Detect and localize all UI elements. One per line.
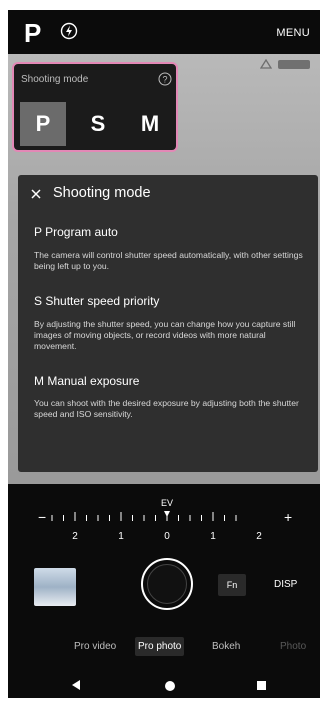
ev-tick-label: 2: [256, 531, 262, 542]
ev-indicator: [164, 511, 170, 517]
section-heading-manual: M Manual exposure: [34, 374, 140, 388]
svg-text:?: ?: [162, 75, 167, 85]
status-icons: [260, 59, 310, 69]
mode-p-button[interactable]: P: [20, 102, 66, 146]
flash-icon[interactable]: [60, 22, 78, 40]
current-mode-indicator[interactable]: P: [24, 18, 41, 49]
mode-m-button[interactable]: M: [127, 102, 173, 146]
ev-tick-label: 1: [210, 531, 216, 542]
mode-s-button[interactable]: S: [75, 102, 121, 146]
ev-label: EV: [161, 498, 173, 508]
phone-screen: P MENU Shooting mode ? P S M Shooting mo…: [8, 10, 320, 698]
top-bar: P MENU: [8, 10, 320, 54]
shooting-mode-title: Shooting mode: [21, 74, 89, 85]
ev-slider[interactable]: − + EV 2 1 0 1 2: [8, 484, 320, 548]
ev-tick-label: 1: [118, 531, 124, 542]
fn-button[interactable]: Fn: [218, 574, 246, 596]
section-body-shutter: By adjusting the shutter speed, you can …: [34, 319, 296, 351]
shooting-mode-panel: Shooting mode ? P S M: [12, 62, 178, 152]
ev-minus[interactable]: −: [38, 509, 46, 525]
last-photo-thumbnail[interactable]: [34, 568, 76, 606]
menu-button[interactable]: MENU: [276, 27, 310, 39]
section-heading-shutter: S Shutter speed priority: [34, 294, 160, 308]
home-icon[interactable]: [165, 681, 175, 691]
close-icon[interactable]: [30, 188, 42, 200]
shutter-button-inner: [147, 564, 187, 604]
recents-icon[interactable]: [257, 681, 266, 690]
disp-button[interactable]: DISP: [274, 579, 297, 590]
ev-scale: − + EV 2 1 0 1 2: [38, 498, 292, 542]
help-title: Shooting mode: [53, 185, 151, 201]
tab-pro-photo[interactable]: Pro photo: [135, 637, 185, 656]
ev-tick-label: 2: [72, 531, 78, 542]
battery-icon: [278, 59, 310, 69]
tab-photo[interactable]: Photo: [280, 641, 306, 652]
section-body-program: The camera will control shutter speed au…: [34, 250, 303, 271]
ev-tick-label: 0: [164, 531, 170, 542]
section-heading-program: P Program auto: [34, 225, 118, 239]
mode-tabs: Pro video Pro photo Bokeh Photo: [8, 637, 320, 662]
shooting-controls: Fn DISP: [8, 548, 320, 628]
android-nav-bar: [8, 674, 320, 698]
shutter-button[interactable]: [141, 558, 193, 610]
section-body-manual: You can shoot with the desired exposure …: [34, 398, 299, 419]
hdr-icon: [260, 59, 272, 69]
shooting-mode-help-panel: Shooting mode P Program auto The camera …: [18, 175, 318, 472]
back-icon[interactable]: [72, 680, 80, 690]
help-icon[interactable]: ?: [158, 72, 172, 86]
tab-pro-video[interactable]: Pro video: [74, 641, 116, 652]
tab-bokeh[interactable]: Bokeh: [212, 641, 240, 652]
ev-plus[interactable]: +: [284, 509, 292, 525]
